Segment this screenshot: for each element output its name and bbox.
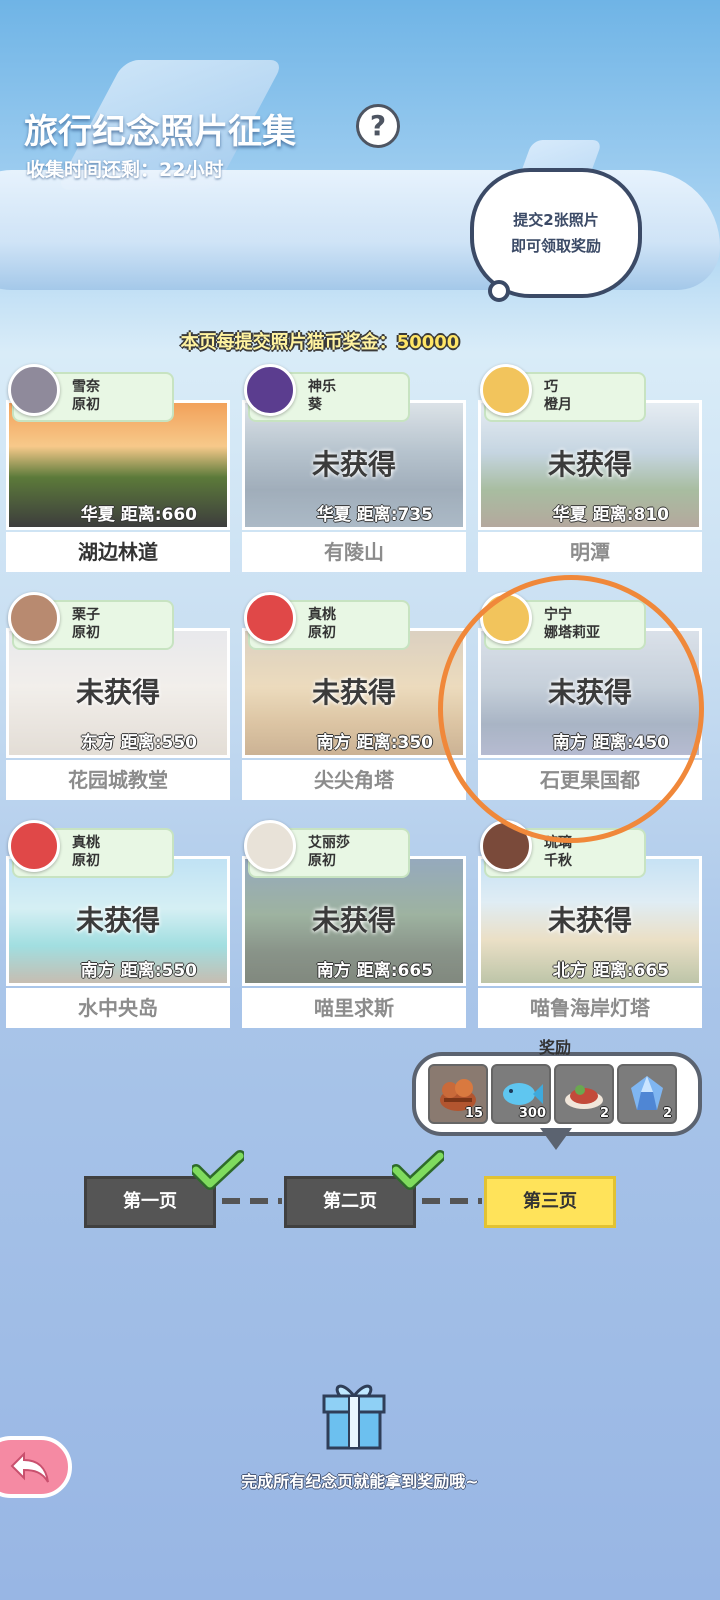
bonus-value: 50000 xyxy=(396,332,460,353)
blue-fish-icon[interactable]: 300 xyxy=(491,1064,551,1124)
checkmark-icon xyxy=(392,1150,444,1190)
character-title: 原初 xyxy=(72,397,100,413)
card-distance: 东方 距离:550 xyxy=(80,733,197,753)
character-name: 神乐 xyxy=(308,379,336,395)
card-distance: 华夏 距离:735 xyxy=(316,505,433,525)
cat-avatar-icon xyxy=(480,364,532,416)
location-name: 尖尖角塔 xyxy=(242,760,466,800)
photo-card[interactable]: 未获得 北方 距离:665 琉璃 千秋 喵鲁海岸灯塔 xyxy=(478,820,702,1028)
character-title: 葵 xyxy=(308,397,322,413)
photo-card[interactable]: 未获得南方 距离:350 真桃原初尖尖角塔 xyxy=(242,592,466,800)
page-button-3[interactable]: 第三页 xyxy=(484,1176,616,1228)
character-tag: 神乐葵 xyxy=(244,364,410,422)
character-name: 巧 xyxy=(544,379,558,395)
unobtained-label: 未获得 xyxy=(311,676,396,709)
bonus-label: 本页每提交照片猫币奖金： xyxy=(180,332,397,353)
cat-avatar-icon xyxy=(244,364,296,416)
character-title: 橙月 xyxy=(544,397,572,413)
location-name: 有陵山 xyxy=(242,532,466,572)
character-tag: 雪奈 原初 xyxy=(8,364,174,422)
photo-card[interactable]: 未获得东方 距离:550 栗子原初花园城教堂 xyxy=(6,592,230,800)
location-name: 喵鲁海岸灯塔 xyxy=(478,988,702,1028)
reward-count: 300 xyxy=(518,1106,546,1121)
photo-card[interactable]: 未获得南方 距离:665 艾丽莎原初喵里求斯 xyxy=(242,820,466,1028)
card-distance: 南方 距离:550 xyxy=(80,961,197,981)
bubble-tail xyxy=(488,280,510,302)
page-title: 旅行纪念照片征集 xyxy=(24,112,296,152)
cat-avatar-icon xyxy=(244,820,296,872)
character-title: 原初 xyxy=(308,625,336,641)
food-basket-icon[interactable]: 15 xyxy=(428,1064,488,1124)
footer-hint: 完成所有纪念页就能拿到奖励哦~ xyxy=(241,1472,479,1491)
character-tag: 巧橙月 xyxy=(480,364,646,422)
hint-bubble: 提交2张照片 即可领取奖励 xyxy=(470,168,642,298)
card-distance: 华夏 距离:660 xyxy=(80,505,197,525)
character-name: 真桃 xyxy=(72,835,100,851)
cat-avatar-icon xyxy=(244,592,296,644)
character-title: 原初 xyxy=(72,625,100,641)
unobtained-label: 未获得 xyxy=(547,904,632,937)
reward-count: 15 xyxy=(464,1106,483,1121)
reward-title: 奖励 xyxy=(538,1038,571,1057)
character-tag: 真桃 原初 xyxy=(8,820,174,878)
unobtained-label: 未获得 xyxy=(311,904,396,937)
cat-avatar-icon xyxy=(8,592,60,644)
character-name: 真桃 xyxy=(308,607,336,623)
photo-card[interactable]: 未获得南方 距离:550 真桃原初水中央岛 xyxy=(6,820,230,1028)
cat-avatar-icon xyxy=(8,364,60,416)
unobtained-label: 未获得 xyxy=(75,904,160,937)
page-connector xyxy=(222,1198,282,1204)
photo-card[interactable]: 未获得华夏 距离:810 巧橙月明潭 xyxy=(478,364,702,572)
highlight-circle xyxy=(438,575,704,843)
unobtained-label: 未获得 xyxy=(547,448,632,481)
character-name: 栗子 xyxy=(72,607,100,623)
cooked-dish-icon[interactable]: 2 xyxy=(554,1064,614,1124)
unobtained-label: 未获得 xyxy=(75,676,160,709)
hint-line-1: 提交2张照片 xyxy=(513,211,599,229)
blue-crystal-icon[interactable]: 2 xyxy=(617,1064,677,1124)
card-distance: 南方 距离:665 xyxy=(316,961,433,981)
character-title: 千秋 xyxy=(544,853,572,869)
location-name: 明潭 xyxy=(478,532,702,572)
location-name: 喵里求斯 xyxy=(242,988,466,1028)
location-name: 花园城教堂 xyxy=(6,760,230,800)
card-distance: 南方 距离:350 xyxy=(316,733,433,753)
time-remaining: 收集时间还剩：22小时 xyxy=(26,159,224,181)
bonus-banner: 本页每提交照片猫币奖金：50000 xyxy=(0,328,640,354)
character-name: 雪奈 xyxy=(72,379,100,395)
reward-pointer xyxy=(540,1128,572,1150)
page-connector xyxy=(422,1198,482,1204)
photo-card[interactable]: 未获得华夏 距离:735 神乐葵有陵山 xyxy=(242,364,466,572)
location-name: 湖边林道 xyxy=(6,532,230,572)
cat-avatar-icon xyxy=(8,820,60,872)
checkmark-icon xyxy=(192,1150,244,1190)
character-tag: 栗子 原初 xyxy=(8,592,174,650)
gift-box-icon[interactable] xyxy=(318,1378,390,1452)
character-title: 原初 xyxy=(72,853,100,869)
card-distance: 华夏 距离:810 xyxy=(552,505,669,525)
back-button[interactable] xyxy=(0,1436,72,1498)
reward-count: 2 xyxy=(599,1106,609,1121)
location-name: 水中央岛 xyxy=(6,988,230,1028)
character-tag: 艾丽莎 原初 xyxy=(244,820,410,878)
character-title: 原初 xyxy=(308,853,336,869)
question-mark-icon[interactable]: ? xyxy=(356,104,400,148)
back-arrow-icon xyxy=(10,1451,49,1483)
card-distance: 北方 距离:665 xyxy=(552,961,669,981)
unobtained-label: 未获得 xyxy=(311,448,396,481)
reward-count: 2 xyxy=(662,1106,672,1121)
character-tag: 真桃 原初 xyxy=(244,592,410,650)
hint-line-2: 即可领取奖励 xyxy=(510,237,601,255)
character-name: 艾丽莎 xyxy=(308,835,350,851)
photo-card[interactable]: 华夏 距离:660 雪奈原初湖边林道 xyxy=(6,364,230,572)
